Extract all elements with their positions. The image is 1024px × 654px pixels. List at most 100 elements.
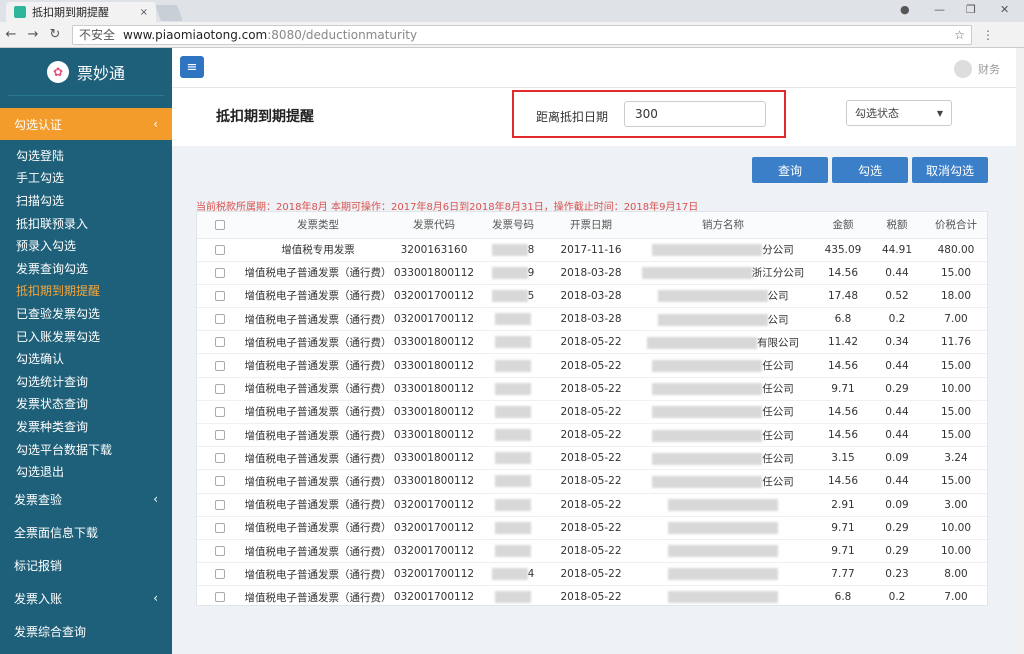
table-row[interactable]: 增值税电子普通发票（通行费） 032001700112 4 2018-05-22 7.7… <box>197 562 987 587</box>
invoice-type-cell: 增值税电子普通发票（通行费） <box>243 307 393 332</box>
sidebar-item[interactable]: 勾选平台数据下载 <box>0 438 172 461</box>
sidebar-item[interactable]: 勾选登陆 <box>0 144 172 167</box>
sidebar-item[interactable]: 抵扣联预录入 <box>0 212 172 235</box>
row-checkbox[interactable] <box>215 314 225 325</box>
status-select[interactable]: 勾选状态 ▼ <box>846 100 952 126</box>
browser-tab[interactable]: 抵扣期到期提醒 × <box>6 2 156 22</box>
sidebar-item[interactable]: 发票查询勾选 <box>0 257 172 280</box>
redacted-block <box>641 267 752 280</box>
row-checkbox[interactable] <box>215 383 225 394</box>
row-checkbox[interactable] <box>215 453 225 464</box>
invoice-date-cell: 2018-05-22 <box>551 400 631 425</box>
sidebar-group[interactable]: 标记报销 <box>0 549 172 582</box>
table-row[interactable]: 增值税电子普通发票（通行费） 032001700112 5 2018-03-28 公司 1… <box>197 284 987 309</box>
invoice-code-cell: 033001800112 <box>393 469 475 494</box>
row-checkbox[interactable] <box>215 406 225 417</box>
back-icon[interactable]: ← <box>0 27 22 42</box>
row-checkbox[interactable] <box>215 360 225 371</box>
amount-cell: 14.56 <box>815 469 871 494</box>
table-row[interactable]: 增值税电子普通发票（通行费） 033001800112 2018-05-22 任公司 9… <box>197 377 987 401</box>
sidebar-item[interactable]: 勾选统计查询 <box>0 370 172 393</box>
row-checkbox[interactable] <box>215 267 225 278</box>
reload-icon[interactable]: ↻ <box>44 27 66 42</box>
sidebar-item[interactable]: 扫描勾选 <box>0 189 172 212</box>
table-row[interactable]: 增值税电子普通发票（通行费） 032001700112 2018-05-22 9.71… <box>197 539 987 564</box>
table-row[interactable]: 增值税电子普通发票（通行费） 032001700112 2018-03-28 公司 6.… <box>197 307 987 332</box>
sidebar-item[interactable]: 已查验发票勾选 <box>0 302 172 325</box>
security-indicator[interactable]: 不安全 <box>79 26 115 43</box>
bookmark-star-icon[interactable]: ☆ <box>954 28 965 42</box>
column-header: 发票类型 <box>243 212 393 239</box>
row-checkbox[interactable] <box>215 499 225 510</box>
row-checkbox[interactable] <box>215 569 225 580</box>
query-button[interactable]: 查询 <box>752 157 828 183</box>
row-checkbox[interactable] <box>215 244 225 255</box>
invoice-type-cell: 增值税电子普通发票（通行费） <box>243 377 393 401</box>
sidebar-group[interactable]: 发票综合查询 <box>0 615 172 648</box>
profile-icon[interactable]: ● <box>900 3 910 16</box>
menu-toggle-icon[interactable]: ≡ <box>180 56 204 78</box>
row-checkbox[interactable] <box>215 337 225 348</box>
chevron-left-icon: ‹ <box>153 117 158 131</box>
forward-icon[interactable]: → <box>22 27 44 42</box>
minimize-icon[interactable]: — <box>934 3 945 16</box>
sidebar-group[interactable]: 发票查验 ‹ <box>0 483 172 516</box>
sidebar-item[interactable]: 发票种类查询 <box>0 415 172 438</box>
tab-close-icon[interactable]: × <box>140 7 148 18</box>
page-scrollbar[interactable] <box>1016 48 1024 654</box>
sidebar-item[interactable]: 勾选确认 <box>0 347 172 370</box>
redacted-block <box>652 406 763 419</box>
sidebar-group-label: 标记报销 <box>14 558 63 573</box>
row-checkbox-cell <box>197 516 243 540</box>
url-input[interactable]: 不安全 www.piaomiaotong.com :8080/deduction… <box>72 24 972 45</box>
sidebar-item[interactable]: 发票状态查询 <box>0 393 172 416</box>
column-header[interactable] <box>197 212 243 239</box>
table-row[interactable]: 增值税电子普通发票（通行费） 033001800112 2018-05-22 任公司 1… <box>197 469 987 494</box>
new-tab-button[interactable] <box>155 5 183 21</box>
select-all-checkbox[interactable] <box>215 219 225 230</box>
url-path: :8080/deductionmaturity <box>267 27 418 42</box>
table-row[interactable]: 增值税电子普通发票（通行费） 032001700112 2018-05-22 2.91… <box>197 493 987 517</box>
table-row[interactable]: 增值税电子普通发票（通行费） 033001800112 2018-05-22 有限公司… <box>197 330 987 355</box>
sidebar-group[interactable]: 发票入账 ‹ <box>0 582 172 615</box>
table-row[interactable]: 增值税电子普通发票（通行费） 033001800112 9 2018-03-28 浙江分… <box>197 261 987 285</box>
cancel-select-button[interactable]: 取消勾选 <box>912 157 988 183</box>
row-checkbox[interactable] <box>215 522 225 533</box>
row-checkbox[interactable] <box>215 476 225 487</box>
row-checkbox[interactable] <box>215 592 225 603</box>
maximize-icon[interactable]: ❐ <box>966 3 976 16</box>
user-menu[interactable]: 财务 <box>954 60 1000 78</box>
select-button[interactable]: 勾选 <box>832 157 908 183</box>
invoice-number-cell <box>475 539 551 564</box>
table-row[interactable]: 增值税专用发票 3200163160 8 2017-11-16 分公司 435.09 44.… <box>197 238 987 262</box>
row-checkbox[interactable] <box>215 546 225 557</box>
row-checkbox[interactable] <box>215 430 225 441</box>
table-row[interactable]: 增值税电子普通发票（通行费） 033001800112 2018-05-22 任公司 3… <box>197 446 987 471</box>
date-filter-input[interactable] <box>624 101 766 127</box>
table-row[interactable]: 增值税电子普通发票（通行费） 032001700112 2018-05-22 9.71… <box>197 516 987 540</box>
browser-menu-icon[interactable]: ⋮ <box>982 28 994 42</box>
table-row[interactable]: 增值税电子普通发票（通行费） 033001800112 2018-05-22 任公司 1… <box>197 400 987 425</box>
seller-name-cell: 有限公司 <box>631 330 815 355</box>
column-header: 价税合计 <box>923 212 987 239</box>
seller-name-cell: 任公司 <box>631 377 815 401</box>
sidebar-item[interactable]: 勾选退出 <box>0 460 172 483</box>
invoice-code-cell: 033001800112 <box>393 330 475 355</box>
row-checkbox-cell <box>197 493 243 517</box>
window-close-icon[interactable]: ✕ <box>1000 3 1009 16</box>
invoice-number-text: 4 <box>527 568 535 581</box>
table-row[interactable]: 增值税电子普通发票（通行费） 032001700112 2018-05-22 6.8 0… <box>197 585 987 605</box>
invoice-date-cell: 2018-05-22 <box>551 585 631 605</box>
sidebar-item[interactable]: 已入账发票勾选 <box>0 325 172 348</box>
seller-name-cell: 任公司 <box>631 446 815 471</box>
table-row[interactable]: 增值税电子普通发票（通行费） 033001800112 2018-05-22 任公司 1… <box>197 353 987 378</box>
sidebar-item[interactable]: 预录入勾选 <box>0 234 172 257</box>
sidebar-item[interactable]: 手工勾选 <box>0 167 172 190</box>
invoice-number-cell <box>475 307 551 332</box>
row-checkbox[interactable] <box>215 290 225 301</box>
sidebar-group[interactable]: 全票面信息下载 <box>0 516 172 549</box>
site-favicon-icon <box>14 6 26 18</box>
sidebar-item[interactable]: 抵扣期到期提醒 <box>0 280 172 303</box>
sidebar-group-checkauth[interactable]: 勾选认证 ‹ <box>0 108 172 140</box>
table-row[interactable]: 增值税电子普通发票（通行费） 033001800112 2018-05-22 任公司 1… <box>197 423 987 448</box>
